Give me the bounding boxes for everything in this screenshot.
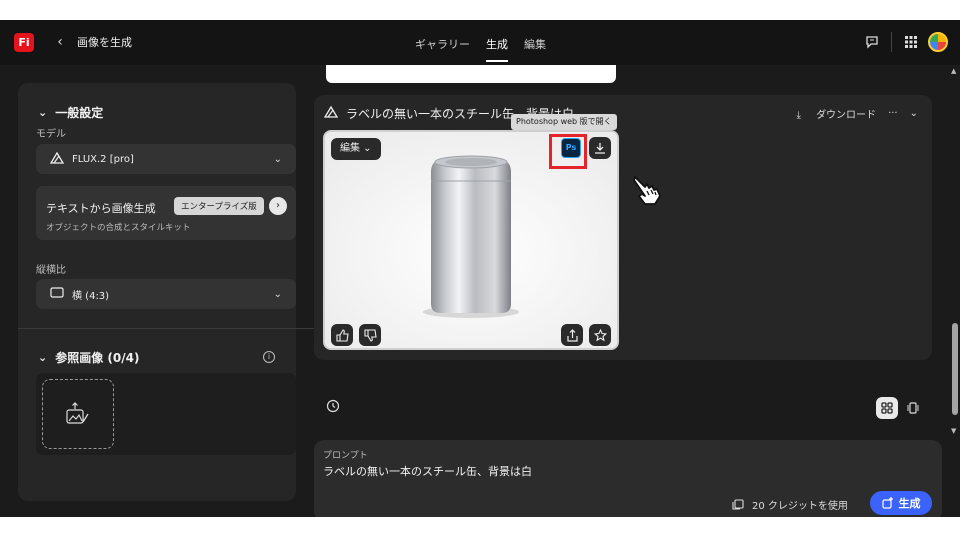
scroll-up-arrow[interactable]: ▲	[951, 67, 956, 75]
top-bar: Fi ‹ 画像を生成 ギャラリー 生成 編集	[0, 20, 960, 65]
scroll-down-arrow[interactable]: ▼	[951, 427, 956, 435]
chevron-down-icon: ⌄	[273, 288, 282, 300]
enterprise-badge: エンタープライズ版	[174, 197, 264, 215]
star-icon[interactable]	[589, 324, 611, 346]
general-settings-header[interactable]: ⌄ 一般設定	[38, 104, 103, 121]
reference-images-header[interactable]: ⌄ 参照画像 (0/4)	[38, 349, 139, 366]
page-title: 画像を生成	[77, 36, 132, 49]
scrollbar[interactable]: ▲ ▼	[949, 65, 960, 435]
app-grid-icon[interactable]	[900, 31, 922, 53]
view-toggle	[876, 397, 924, 419]
card-title: テキストから画像生成	[46, 202, 156, 215]
download-all-button[interactable]: ⤓ ダウンロード	[796, 106, 876, 121]
avatar[interactable]	[928, 32, 948, 52]
flux-logo-icon	[323, 105, 339, 121]
history-icon[interactable]	[326, 398, 340, 417]
tab-edit[interactable]: 編集	[524, 36, 546, 52]
thumbs-up-icon[interactable]	[331, 324, 353, 346]
card-subtitle: オブジェクトの合成とスタイルキット	[46, 223, 191, 233]
share-icon[interactable]	[561, 324, 583, 346]
upload-reference-dropzone[interactable]	[42, 379, 114, 449]
photoshop-tooltip: Photoshop web 版で開く	[511, 114, 617, 130]
aspect-ratio-select[interactable]: 横 (4:3) ⌄	[36, 279, 296, 309]
section-divider	[18, 328, 314, 329]
chevron-down-icon: ⌄	[273, 153, 282, 165]
main-nav: ギャラリー 生成 編集	[415, 36, 562, 62]
pointer-hand-icon	[633, 176, 661, 205]
credits-icon	[732, 499, 744, 510]
prompt-panel[interactable]: プロンプト ラベルの無い一本のスチール缶、背景は白 20 クレジットを使用 生成	[314, 440, 942, 517]
result-actions: ⤓ ダウンロード ··· ⌄	[784, 106, 918, 121]
flux-logo-icon	[49, 151, 65, 167]
chevron-down-icon: ⌄	[38, 106, 48, 119]
firefly-logo[interactable]: Fi	[14, 33, 34, 52]
reference-image-panel	[36, 373, 296, 455]
landscape-icon	[50, 287, 64, 301]
credits-text: 20 クレジットを使用	[752, 501, 848, 512]
download-icon[interactable]	[589, 137, 611, 159]
generate-button[interactable]: 生成	[870, 491, 932, 515]
download-label: ダウンロード	[816, 110, 877, 121]
previous-image-edge	[326, 65, 616, 83]
scrollbar-thumb[interactable]	[952, 323, 958, 415]
model-value: FLUX.2 [pro]	[72, 153, 134, 165]
chevron-right-button[interactable]: ›	[269, 197, 287, 215]
model-label: モデル	[36, 129, 66, 140]
thumbs-down-icon[interactable]	[359, 324, 381, 346]
app-window: Fi ‹ 画像を生成 ギャラリー 生成 編集 ⌄ 一般設定 モデル FLUX.2…	[0, 20, 960, 517]
reference-images-title: 参照画像 (0/4)	[55, 351, 140, 365]
info-icon[interactable]: i	[263, 351, 275, 363]
credit-usage: 20 クレジットを使用	[732, 497, 848, 512]
model-select[interactable]: FLUX.2 [pro] ⌄	[36, 144, 296, 174]
edit-dropdown-button[interactable]: 編集 ⌄	[331, 138, 381, 160]
grid-view-icon[interactable]	[876, 397, 898, 419]
aspect-ratio-label: 縦横比	[36, 265, 66, 276]
tab-generate[interactable]: 生成	[486, 36, 508, 62]
single-view-icon[interactable]	[902, 397, 924, 419]
prompt-label: プロンプト	[323, 451, 368, 461]
edit-label: 編集	[340, 143, 360, 154]
settings-sidebar: ⌄ 一般設定 モデル FLUX.2 [pro] ⌄ テキストから画像生成 エンタ…	[18, 83, 314, 501]
chevron-down-icon[interactable]: ⌄	[910, 108, 918, 119]
prompt-input[interactable]: ラベルの無い一本のスチール缶、背景は白	[323, 463, 532, 479]
chevron-down-icon: ⌄	[38, 351, 48, 364]
aspect-ratio-value: 横 (4:3)	[72, 290, 110, 302]
text-to-image-card[interactable]: テキストから画像生成 エンタープライズ版 › オブジェクトの合成とスタイルキット	[36, 186, 296, 240]
generate-icon	[881, 497, 893, 509]
divider	[891, 32, 892, 52]
tab-gallery[interactable]: ギャラリー	[415, 36, 470, 52]
image-upload-icon	[66, 402, 89, 424]
general-settings-title: 一般設定	[55, 106, 104, 120]
generate-label: 生成	[898, 497, 921, 510]
feedback-icon[interactable]	[861, 31, 883, 53]
more-options-button[interactable]: ···	[888, 108, 898, 119]
chevron-left-icon[interactable]: ‹	[52, 32, 68, 52]
top-icons	[861, 31, 948, 53]
photoshop-button-highlight	[549, 134, 587, 169]
